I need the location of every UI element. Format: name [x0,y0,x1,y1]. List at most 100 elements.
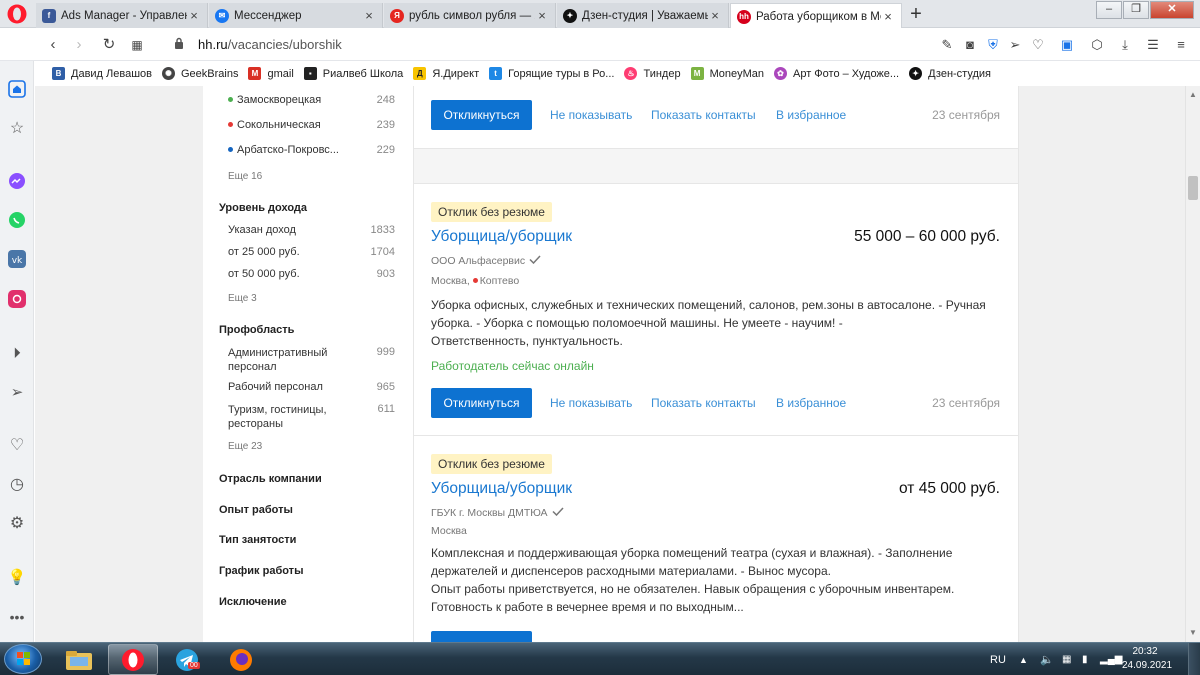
translate-icon[interactable]: ▣ [1058,36,1076,54]
filter-income-item[interactable]: Указан доход [228,224,296,236]
heart-icon[interactable]: ♡ [7,435,27,455]
bookmark-item[interactable]: ▪ Риалвеб Школа [303,67,403,80]
new-tab-button[interactable]: + [904,2,928,26]
filter-metro-item[interactable]: Сокольническая [228,119,321,131]
snapshot-edit-icon[interactable]: ✎ [938,36,956,54]
filter-section-exclusion[interactable]: Исключение [219,596,287,608]
filter-show-more[interactable]: Еще 3 [228,293,257,304]
add-favorite-link[interactable]: В избранное [776,396,846,410]
filter-metro-item[interactable]: Замоскворецкая [228,94,321,106]
start-button[interactable] [4,644,42,674]
easy-setup-icon[interactable]: ☰ [1144,36,1162,54]
back-icon[interactable]: ‹ [42,34,64,56]
filter-profarea-item[interactable]: Административный персонал [228,346,327,374]
home-icon[interactable] [7,79,27,99]
tabs-grid-icon[interactable]: ▦ [126,34,148,56]
scroll-down-icon[interactable]: ▼ [1189,628,1197,637]
filter-profarea-item[interactable]: Рабочий персонал [228,381,323,393]
maximize-button[interactable]: ❐ [1123,1,1149,19]
respond-button[interactable] [431,631,532,642]
tab-dzen[interactable]: ✦ Дзен-студия | Уважаемые × [557,3,729,28]
tab-close-icon[interactable]: × [881,9,895,24]
battery-icon[interactable]: ▮ [1082,643,1088,675]
show-contacts-link[interactable]: Показать контакты [651,108,756,122]
minimize-button[interactable]: – [1096,1,1122,19]
tab-hh-active[interactable]: hh Работа уборщиком в Мос × [730,3,902,29]
player-icon[interactable]: ⏵ [7,343,27,363]
telegram-taskbar-icon[interactable]: 00 [162,644,212,675]
hide-vacancy-link[interactable]: Не показывать [550,396,632,410]
opera-menu-icon[interactable] [6,3,28,25]
extensions-cube-icon[interactable]: ⬡ [1088,36,1106,54]
messenger-icon[interactable] [7,171,27,191]
close-window-button[interactable]: ✕ [1150,1,1194,19]
filter-show-more[interactable]: Еще 23 [228,441,262,452]
vacancy-title-link[interactable]: Уборщица/уборщик [431,480,572,498]
signal-bars-icon[interactable]: ▂▄▆ [1100,643,1122,675]
send-icon[interactable]: ➢ [1006,36,1024,54]
filter-metro-item[interactable]: Арбатско-Покровс... [228,144,339,156]
filter-show-more[interactable]: Еще 16 [228,171,262,182]
bookmark-item[interactable]: ✿ Арт Фото – Художе... [773,67,899,80]
lock-icon[interactable] [174,37,184,49]
url-field[interactable]: hh.ru/vacancies/uborshik [198,37,342,52]
filter-section-experience[interactable]: Опыт работы [219,504,293,516]
language-indicator[interactable]: RU [990,643,1006,675]
reload-icon[interactable]: ↻ [98,34,120,56]
tray-expand-icon[interactable]: ▲ [1019,643,1028,675]
star-icon[interactable]: ☆ [7,118,27,138]
tab-messenger[interactable]: ✉ Мессенджер × [209,3,383,28]
instagram-icon[interactable] [7,289,27,309]
opera-taskbar-icon[interactable] [108,644,158,675]
bookmark-item[interactable]: В Давид Левашов [52,67,152,80]
send-icon[interactable]: ➢ [7,382,27,402]
vacancy-company[interactable]: ООО Альфасервис [431,255,541,267]
filter-income-item[interactable]: от 25 000 руб. [228,246,300,258]
forward-icon[interactable]: › [68,34,90,56]
scrollbar-thumb[interactable] [1188,176,1198,200]
firefox-taskbar-icon[interactable] [216,644,266,675]
tab-yandex[interactable]: Я рубль символ рубля — Ян × [384,3,556,28]
explorer-taskbar-icon[interactable] [54,644,104,675]
add-favorite-link[interactable]: В избранное [776,108,846,122]
page-scrollbar[interactable]: ▲ ▼ [1185,86,1200,642]
vpn-shield-icon[interactable]: ⛨ [984,36,1002,54]
respond-button[interactable]: Откликнуться [431,100,532,130]
filter-income-item[interactable]: от 50 000 руб. [228,268,300,280]
filter-section-employment[interactable]: Тип занятости [219,534,296,546]
lightbulb-icon[interactable]: 💡 [7,567,27,587]
volume-icon[interactable]: 🔈 [1040,643,1054,675]
respond-button[interactable]: Откликнуться [431,388,532,418]
whatsapp-icon[interactable] [7,210,27,230]
download-icon[interactable]: ⤓ [1116,36,1134,54]
bookmark-item[interactable]: M MoneyMan [690,67,764,80]
tab-ads-manager[interactable]: f Ads Manager - Управлени × [36,3,208,28]
bookmark-item[interactable]: Д Я.Директ [413,67,479,80]
camera-icon[interactable]: ◙ [961,36,979,54]
filter-profarea-item[interactable]: Туризм, гостиницы, рестораны [228,403,327,431]
tab-close-icon[interactable]: × [535,8,549,23]
network-icon[interactable]: ▦ [1062,643,1071,675]
show-contacts-link[interactable]: Показать контакты [651,396,756,410]
menu-icon[interactable]: ≡ [1172,36,1190,54]
bookmark-item[interactable]: ✺ GeekBrains [162,67,238,80]
vacancy-company[interactable]: ГБУК г. Москвы ДМТЮА [431,507,564,519]
heart-icon[interactable]: ♡ [1029,36,1047,54]
hide-vacancy-link[interactable]: Не показывать [550,108,632,122]
vk-icon[interactable]: vk [7,249,27,269]
vacancy-title-link[interactable]: Уборщица/уборщик [431,228,572,246]
show-desktop-button[interactable] [1188,643,1200,675]
bookmark-item[interactable]: Mgmail [248,67,294,80]
tab-close-icon[interactable]: × [187,8,201,23]
more-dots-icon[interactable]: ••• [7,607,27,627]
tab-close-icon[interactable]: × [708,8,722,23]
scroll-up-icon[interactable]: ▲ [1189,90,1197,99]
filter-section-industry[interactable]: Отрасль компании [219,473,322,485]
settings-gear-icon[interactable]: ⚙ [7,513,27,533]
history-clock-icon[interactable]: ◷ [7,474,27,494]
taskbar-clock[interactable]: 20:32 24.09.2021 [1122,645,1172,673]
filter-section-schedule[interactable]: График работы [219,565,303,577]
bookmark-item[interactable]: t Горящие туры в Ро... [489,67,614,80]
bookmark-item[interactable]: ✦ Дзен-студия [909,67,991,80]
tab-close-icon[interactable]: × [362,8,376,23]
